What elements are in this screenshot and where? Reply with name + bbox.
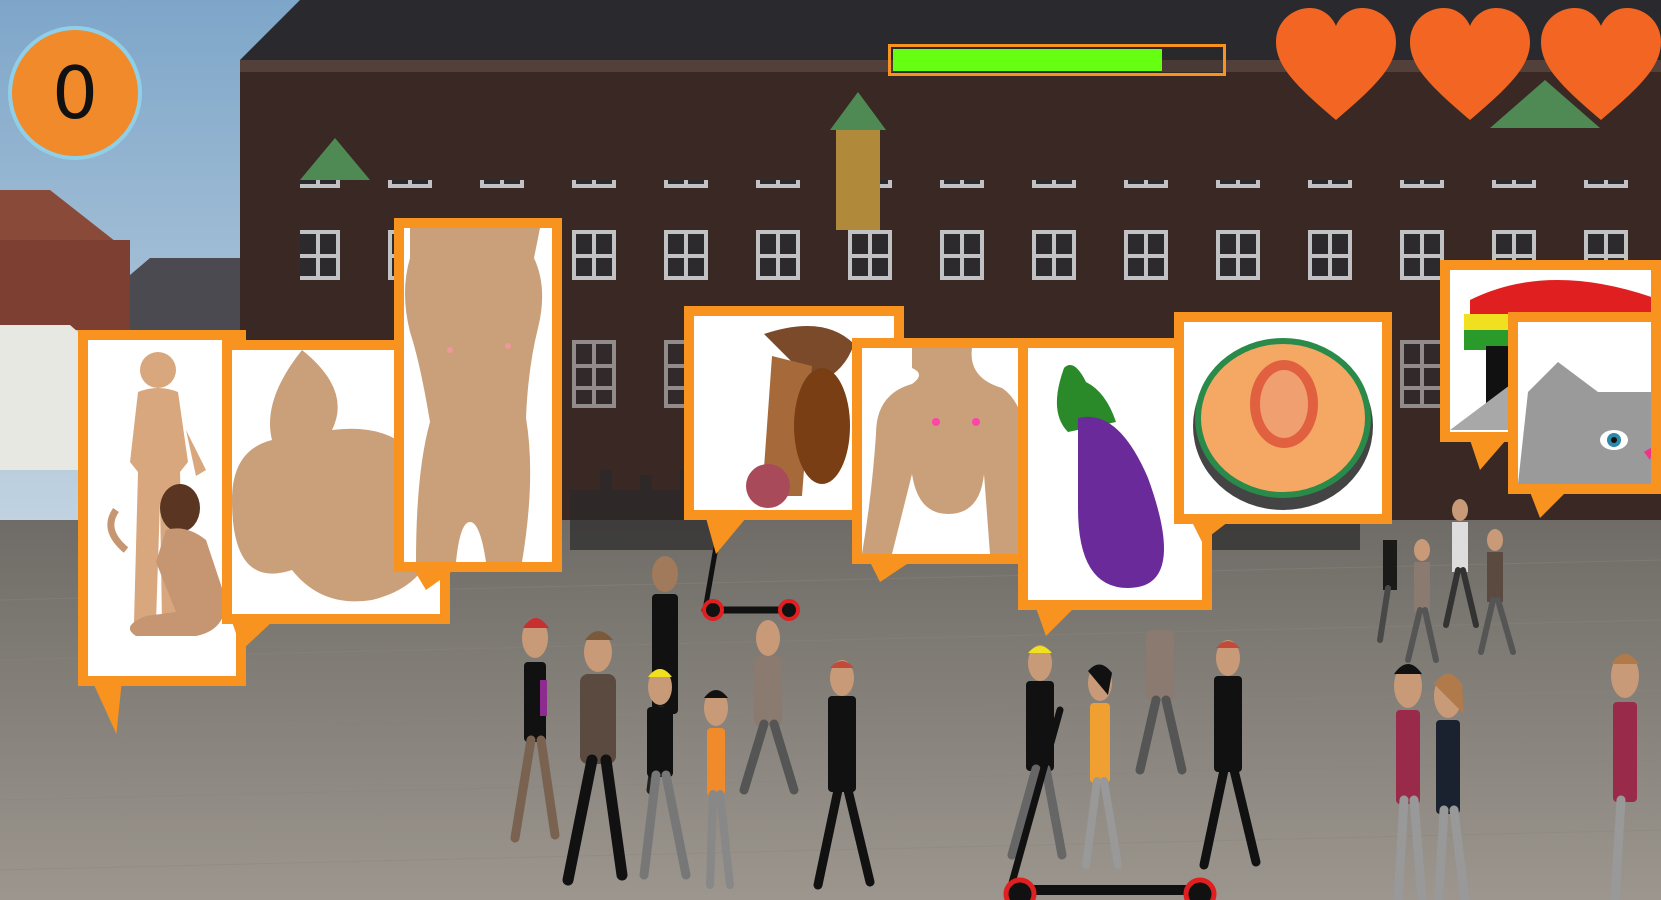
- pedestrian: [1405, 539, 1439, 663]
- breasts-image: [862, 348, 1030, 554]
- female-torso-image: [405, 228, 543, 562]
- health-bar-fill: [893, 49, 1162, 71]
- bubble-tail: [1470, 440, 1506, 470]
- score-value: 0: [52, 51, 98, 135]
- health-bar: [888, 44, 1226, 76]
- heart-icon: [1541, 8, 1661, 120]
- bubble-tail: [232, 622, 272, 650]
- heart-icon: [1410, 8, 1530, 120]
- pedestrian: [1434, 674, 1470, 900]
- cantaloupe-image: [1193, 338, 1373, 510]
- pedestrian: [1135, 630, 1187, 775]
- pedestrian: [739, 620, 799, 795]
- pedestrian: [1007, 645, 1067, 860]
- couple-silhouette-image: [107, 352, 226, 636]
- pedestrian: [510, 618, 560, 843]
- pedestrian: [1610, 654, 1639, 900]
- score-counter: 0: [8, 26, 142, 160]
- pedestrian: [639, 669, 691, 880]
- game-scene[interactable]: 0: [0, 0, 1661, 900]
- pedestrian: [704, 690, 734, 889]
- bubble-melon[interactable]: [1174, 312, 1392, 524]
- pedestrian: [1478, 529, 1516, 655]
- bubble-tail: [706, 518, 746, 554]
- bubble-tail: [414, 570, 454, 590]
- pedestrian: [562, 631, 628, 886]
- bubble-couple[interactable]: [78, 330, 246, 686]
- pedestrian: [813, 660, 875, 890]
- pedestrian: [1199, 640, 1261, 870]
- bubble-tail: [870, 562, 910, 582]
- bubble-tail: [1036, 608, 1074, 636]
- bubble-tail: [1192, 522, 1228, 542]
- bubble-tail: [1530, 492, 1566, 518]
- pedestrian: [1393, 664, 1427, 900]
- heart-icon: [1276, 8, 1396, 120]
- grey-cat-image: [1518, 362, 1651, 484]
- bubble-breasts[interactable]: [852, 338, 1040, 564]
- bubble-grey-cat[interactable]: [1508, 312, 1661, 494]
- pedestrian: [1377, 540, 1397, 643]
- pedestrian: [1082, 664, 1122, 869]
- bubble-torso[interactable]: [394, 218, 562, 572]
- pedestrian: [1443, 499, 1479, 628]
